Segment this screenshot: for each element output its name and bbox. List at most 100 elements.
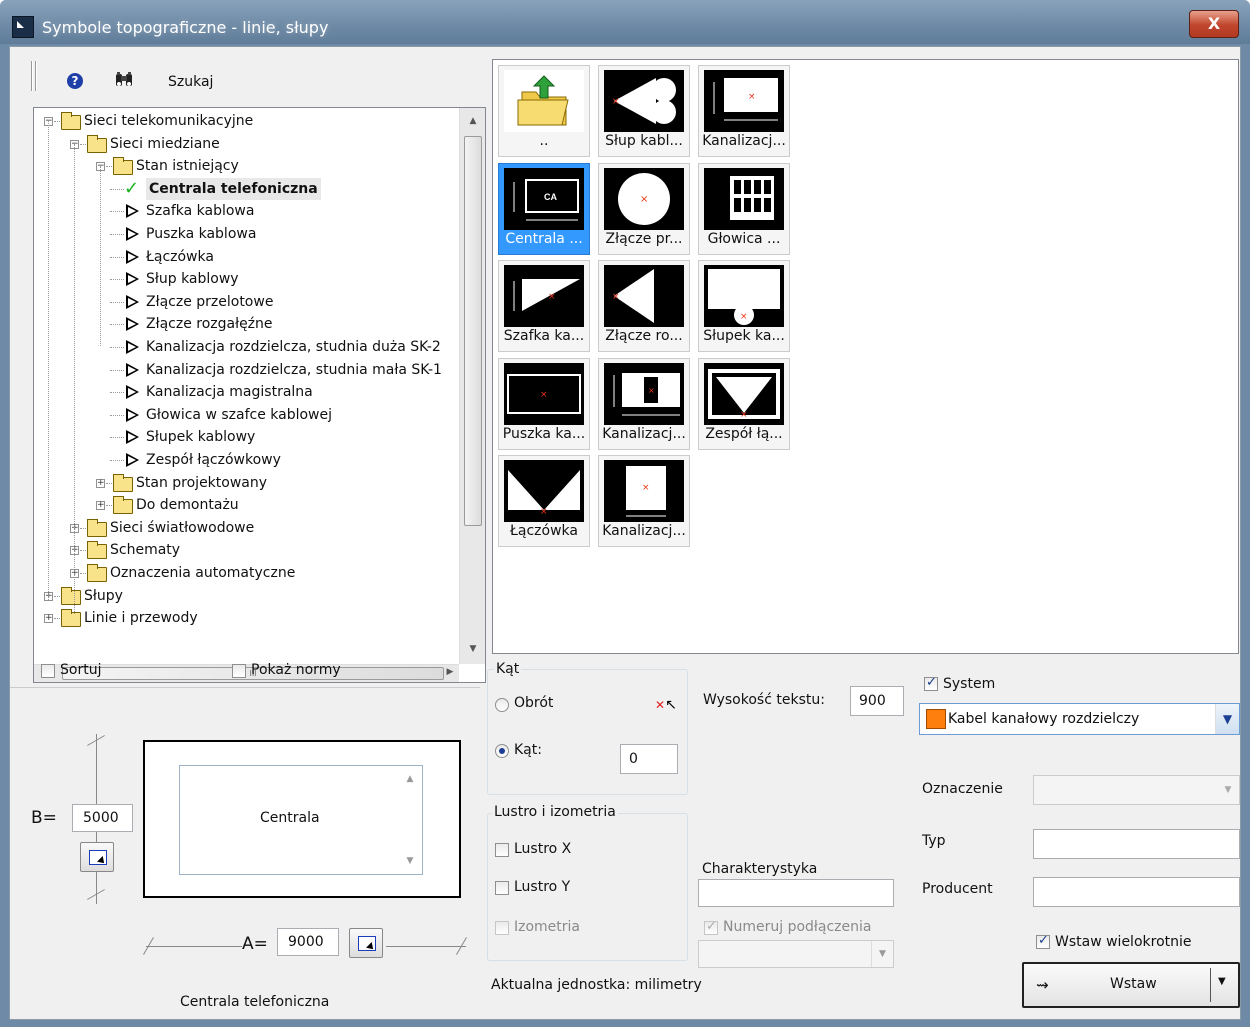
gallery-tile-puszka[interactable]: × Puszka ka... [498,357,590,450]
gallery-tile-glowica[interactable]: Głowica ... [698,162,790,255]
scroll-up-icon[interactable]: ▲ [466,116,480,126]
system-combo[interactable]: Kabel kanałowy rozdzielczy ▼ [919,703,1240,735]
tree-connector [110,437,124,439]
pokaz-normy-checkbox[interactable] [232,664,246,678]
tree-item-kanalizacja-rozdzielcza-studnia-duza-sk-2[interactable]: Kanalizacja rozdzielcza, studnia duża SK… [34,336,459,358]
tree-item-oznaczenia-automatyczne[interactable]: + Oznaczenia automatyczne [34,562,459,584]
tree-item-slup-kablowy[interactable]: Słup kablowy [34,268,459,290]
tree-item-sieci-telekomunikacyjne[interactable]: − Sieci telekomunikacyjne [34,110,459,132]
numeruj-combo[interactable]: ▼ [698,940,894,968]
folder-icon [87,541,107,560]
tree-item-label: Stan projektowany [136,474,268,491]
wstaw-button[interactable]: ⇝ Wstaw ▼ [1022,962,1240,1008]
symbol-tree[interactable]: − Sieci telekomunikacyjne − Sieci miedziane… [33,107,486,683]
tree-item-label: Kanalizacja magistralna [146,384,313,401]
expand-icon[interactable]: + [96,478,105,488]
gallery-tile-zlacze-przelotowe[interactable]: × Złącze pr... [598,162,690,255]
tree-item-puszka-kablowa[interactable]: Puszka kablowa [34,223,459,245]
numeruj-checkbox[interactable] [704,919,718,935]
a-value-input[interactable]: 9000 [277,928,339,956]
tree-item-centrala-telefoniczna[interactable]: ✓ Centrala telefoniczna [34,177,459,200]
box-scroll-up-icon[interactable]: ▲ [404,774,416,784]
folder-up-icon [504,70,584,132]
system-value: Kabel kanałowy rozdzielczy [948,711,1140,727]
rotate-pick-icon[interactable]: ✕↖ [655,697,677,713]
tree-item-kanalizacja-rozdzielcza-studnia-mala-sk-1[interactable]: Kanalizacja rozdzielcza, studnia mała SK… [34,359,459,381]
gallery-tile-kanalizacja[interactable]: × Kanalizacj... [698,65,790,157]
system-dropdown-icon[interactable]: ▼ [1215,704,1239,734]
scroll-right-icon[interactable]: ▶ [444,667,456,677]
sortuj-checkbox[interactable] [41,664,55,678]
tree-item-szafka-kablowa[interactable]: Szafka kablowa [34,200,459,222]
box-scroll-down-icon[interactable]: ▼ [404,856,416,866]
close-button[interactable]: X [1189,10,1239,38]
tree-item-sieci-miedziane[interactable]: − Sieci miedziane [34,133,459,155]
tree-item-stan-projektowany[interactable]: + Stan projektowany [34,472,459,494]
tree-item-kanalizacja-magistralna[interactable]: Kanalizacja magistralna [34,381,459,403]
gallery-tile-kanalizacja2[interactable]: × Kanalizacj... [598,357,690,450]
tree-item-linie-i-przewody[interactable]: + Linie i przewody [34,607,459,629]
slup-icon: × [604,70,684,132]
gallery-tile-slupek[interactable]: × Słupek ka... [698,260,790,352]
b-label: B= [31,808,57,828]
gallery-tile-zespol[interactable]: × Zespół łą... [698,357,790,450]
tree-item-stan-istniejacy[interactable]: − Stan istniejący [34,155,459,177]
tree-item-sieci-swiatlowodowe[interactable]: + Sieci światłowodowe [34,517,459,539]
charakterystyka-input[interactable] [698,879,894,907]
numeruj-dropdown-icon[interactable]: ▼ [871,941,893,967]
tree-vscroll-thumb[interactable] [464,136,482,526]
svg-text:CA: CA [544,192,557,202]
tree-item-label: Złącze przelotowe [146,293,274,310]
tree-item-slupy[interactable]: + Słupy [34,585,459,607]
dialog-client: ? Szukaj − Sieci telekomunikacyjne − Sieci … [9,46,1241,1020]
pick-a-button[interactable] [349,928,383,958]
lustro-y-checkbox[interactable] [495,881,509,895]
tree-item-slupek-kablowy[interactable]: Słupek kablowy [34,426,459,448]
expand-icon[interactable]: + [44,614,53,624]
b-value-input[interactable]: 5000 [72,804,133,832]
gallery-tile-szafka[interactable]: × Szafka ka... [498,260,590,352]
binoculars-icon[interactable] [114,71,134,93]
gallery-tile-folder-up[interactable]: .. [498,65,590,157]
wstaw-dropdown-icon[interactable]: ▼ [1218,976,1226,987]
kanalizacja2-icon: × [604,362,684,425]
wstaw-wielokrotnie-checkbox[interactable] [1036,933,1050,949]
gallery-tile-zlacze-rozgalezne[interactable]: × Złącze ro... [598,260,690,352]
tree-item-zespol-laczowkowy[interactable]: Zespół łączówkowy [34,449,459,471]
gallery-tile-centrala[interactable]: CA Centrala ... [498,162,590,255]
kat-radio[interactable] [495,744,509,758]
tree-item-schematy[interactable]: + Schematy [34,539,459,561]
pick-b-button[interactable] [80,842,114,872]
tree-item-laczowka[interactable]: Łączówka [34,246,459,268]
preview-text-box[interactable]: Centrala ▲ ▼ [179,765,423,875]
oznaczenie-dropdown-icon[interactable]: ▼ [1217,776,1239,804]
help-icon[interactable]: ? [67,73,83,89]
text-height-input[interactable]: 900 [850,686,904,716]
zespol-icon: × [704,362,784,425]
svg-text:×: × [540,507,548,517]
system-checkbox[interactable] [924,675,938,691]
expand-icon[interactable]: + [96,501,105,511]
tree-item-glowica-w-szafce-kablowej[interactable]: Głowica w szafce kablowej [34,404,459,426]
gallery-tile-laczowka[interactable]: × Łączówka [498,455,590,547]
symbol-gallery[interactable]: .. × Słup kabl... × Kanalizacj... CA Centrala … [492,59,1239,654]
producent-input[interactable] [1033,877,1240,907]
tree-vscrollbar[interactable]: ▲ ▼ [459,108,485,664]
oznaczenie-combo[interactable]: ▼ [1033,775,1240,805]
gallery-tile-kanalizacja3[interactable]: × Kanalizacj... [598,455,690,547]
svg-text:×: × [612,292,620,302]
scroll-down-icon[interactable]: ▼ [466,644,480,654]
tree-guide-line [48,120,49,600]
toolbar-grip[interactable] [31,61,33,91]
tree-item-do-demontazu[interactable]: + Do demontażu [34,494,459,516]
search-button[interactable]: Szukaj [168,74,213,90]
gallery-tile-slup[interactable]: × Słup kabl... [598,65,690,157]
izometria-checkbox[interactable] [495,921,509,935]
system-color-swatch [926,709,946,729]
tree-item-zlacze-przelotowe[interactable]: Złącze przelotowe [34,291,459,313]
obrot-radio[interactable] [495,698,509,712]
kat-value-input[interactable]: 0 [620,744,678,774]
typ-input[interactable] [1033,829,1240,859]
lustro-x-checkbox[interactable] [495,843,509,857]
tree-item-zlacze-rozgalezne[interactable]: Złącze rozgałęźne [34,313,459,335]
